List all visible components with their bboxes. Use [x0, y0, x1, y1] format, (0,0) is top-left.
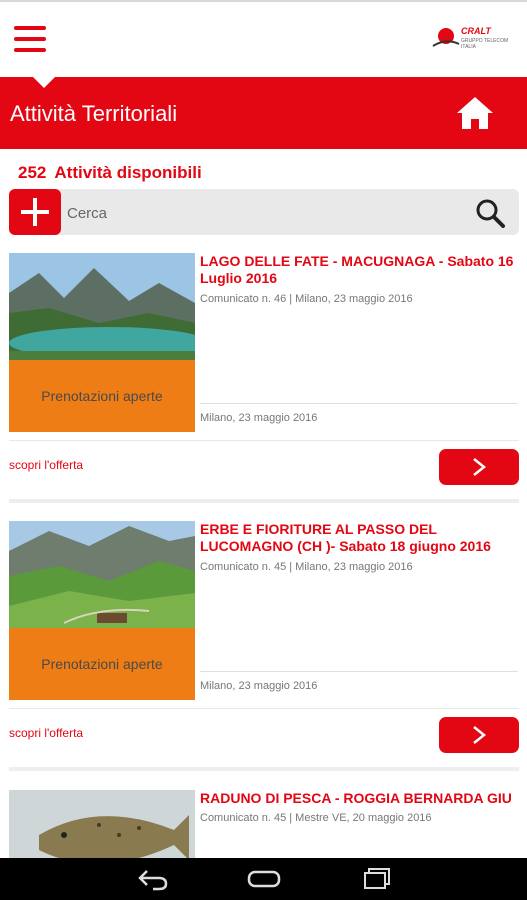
divider: [9, 708, 519, 709]
activity-communique: Comunicato n. 45 | Mestre VE, 20 maggio …: [200, 812, 432, 824]
page-title: Attività Territoriali: [10, 101, 178, 126]
card-separator: [9, 767, 519, 771]
open-offer-button[interactable]: [439, 717, 519, 753]
chevron-right-icon: [473, 726, 487, 744]
back-icon[interactable]: [137, 867, 169, 896]
offer-link[interactable]: scopri l'offerta: [9, 726, 83, 740]
menu-icon[interactable]: [14, 26, 46, 52]
activity-count-number: 252: [18, 163, 47, 182]
add-button[interactable]: [9, 189, 61, 235]
activity-count: 252 Attività disponibili: [18, 163, 202, 183]
home-icon[interactable]: [455, 95, 495, 131]
activity-title[interactable]: LAGO DELLE FATE - MACUGNAGA - Sabato 16 …: [200, 253, 518, 287]
status-badge: Prenotazioni aperte: [9, 628, 195, 700]
activity-communique: Comunicato n. 45 | Milano, 23 maggio 201…: [200, 561, 413, 573]
activity-count-label: Attività disponibili: [54, 163, 202, 182]
activity-communique: Comunicato n. 46 | Milano, 23 maggio 201…: [200, 293, 413, 305]
activity-card: Prenotazioni aperte ERBE E FIORITURE AL …: [9, 521, 519, 771]
divider: [9, 440, 519, 441]
logo-subtext: GRUPPO TELECOM ITALIA: [461, 38, 509, 50]
recents-icon[interactable]: [362, 867, 392, 896]
activity-image-trout-fish[interactable]: [9, 790, 195, 858]
logo-text: CRALT: [461, 26, 491, 36]
activity-title[interactable]: RADUNO DI PESCA - ROGGIA BERNARDA GIU: [200, 790, 518, 807]
cralt-logo: CRALT GRUPPO TELECOM ITALIA: [431, 24, 513, 56]
activity-date: Milano, 23 maggio 2016: [200, 680, 318, 692]
offer-link[interactable]: scopri l'offerta: [9, 458, 83, 472]
top-app-bar: CRALT GRUPPO TELECOM ITALIA: [0, 0, 527, 77]
logo-swoosh-icon: [432, 28, 460, 47]
open-offer-button[interactable]: [439, 449, 519, 485]
home-nav-icon[interactable]: [247, 867, 281, 896]
activity-title[interactable]: ERBE E FIORITURE AL PASSO DEL LUCOMAGNO …: [200, 521, 518, 555]
search-bar: [9, 189, 519, 235]
activity-image-mountain-lake[interactable]: [9, 253, 195, 360]
search-input[interactable]: [65, 197, 459, 229]
divider: [200, 671, 518, 672]
system-navigation-bar: [0, 858, 527, 900]
chevron-right-icon: [473, 458, 487, 476]
plus-icon: [21, 198, 49, 226]
card-separator: [9, 499, 519, 503]
activity-image-alpine-meadow[interactable]: [9, 521, 195, 628]
divider: [200, 403, 518, 404]
activity-card: RADUNO DI PESCA - ROGGIA BERNARDA GIU Co…: [9, 790, 519, 858]
search-icon[interactable]: [475, 198, 505, 228]
activity-card: Prenotazioni aperte LAGO DELLE FATE - MA…: [9, 253, 519, 503]
title-bar-notch: [33, 77, 55, 88]
status-badge: Prenotazioni aperte: [9, 360, 195, 432]
activity-date: Milano, 23 maggio 2016: [200, 412, 318, 424]
